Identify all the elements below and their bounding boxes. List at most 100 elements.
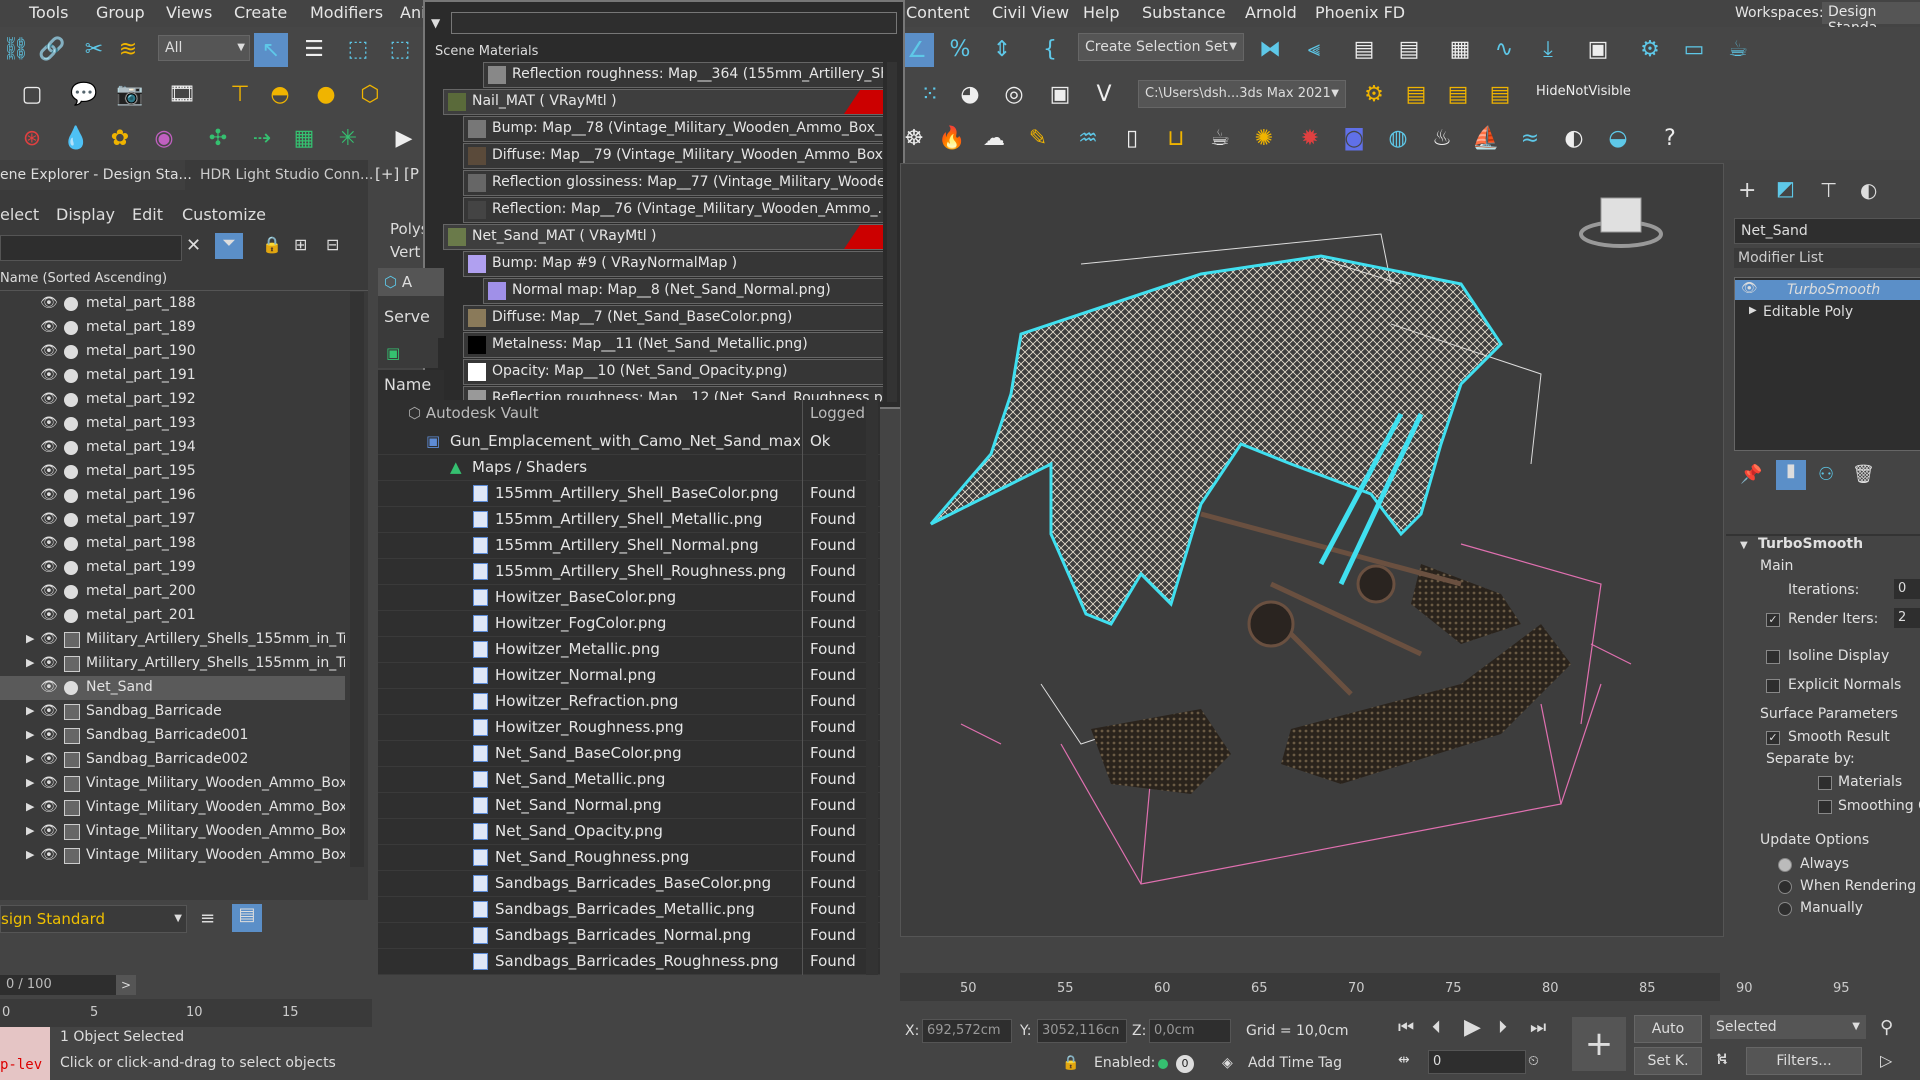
add-time-tag-button[interactable]: Add Time Tag <box>1248 1055 1342 1071</box>
list-item[interactable]: ▶ 👁 Military_Artillery_Shells_155mm_in_Tra… <box>0 628 345 652</box>
scrollbar[interactable] <box>887 62 897 402</box>
table-row[interactable]: Sandbags_Barricades_BaseColor.png Found <box>378 870 880 897</box>
eye-icon[interactable]: 👁 <box>40 703 58 719</box>
render-iters-input[interactable]: 2 <box>1894 608 1920 628</box>
show-end-result-icon[interactable]: ▮ <box>1776 460 1806 490</box>
search-icon[interactable]: ⚲ <box>1880 1017 1893 1038</box>
eye-icon[interactable]: 👁 <box>40 367 58 383</box>
list-item[interactable]: ▶ 👁 Vintage_Military_Wooden_Ammo_Box004 <box>0 844 345 867</box>
menu-help[interactable]: Help <box>1083 3 1119 22</box>
create-icon[interactable]: + <box>1738 178 1756 203</box>
search-input[interactable] <box>0 235 182 261</box>
ribbon-icon[interactable]: ▦ <box>1446 35 1474 63</box>
dots-icon[interactable]: ⁙ <box>916 80 944 108</box>
view-cube-icon[interactable] <box>1579 197 1663 248</box>
globe-icon[interactable]: ◐ <box>1560 124 1588 152</box>
table-row[interactable]: Howitzer_Refraction.png Found <box>378 688 880 715</box>
eye-icon[interactable]: 👁 <box>40 439 58 455</box>
hierarchy-icon[interactable]: ⊤ <box>1820 178 1837 202</box>
splash-icon[interactable]: ✹ <box>1296 124 1324 152</box>
grid-icon[interactable]: ▦ <box>290 124 318 152</box>
make-unique-icon[interactable]: ⚇ <box>1818 464 1834 485</box>
smooth-result-checkbox[interactable]: ✓ <box>1766 731 1780 745</box>
object-name-field[interactable]: Net_Sand <box>1734 218 1920 244</box>
menu-modifiers[interactable]: Modifiers <box>310 3 383 22</box>
list-item[interactable]: 👁 metal_part_201 <box>0 604 345 628</box>
list-item[interactable]: ▶ 👁 Vintage_Military_Wooden_Ammo_Box003 <box>0 820 345 844</box>
particle-flow-icon[interactable]: ◉ <box>150 124 178 152</box>
expand-icon[interactable]: ▶ <box>26 752 34 765</box>
material-tree-item[interactable]: Bump: Map__78 (Vintage_Military_Wooden_A… <box>463 116 883 142</box>
material-tree-item[interactable]: Net_Sand_MAT ( VRayMtl ) <box>443 224 883 250</box>
gear-icon[interactable]: ⚙ <box>1360 80 1388 108</box>
select-by-name-icon[interactable]: ☰ <box>300 35 328 63</box>
list-item[interactable]: ▶ 👁 Military_Artillery_Shells_155mm_in_Tra… <box>0 652 345 676</box>
expand-icon[interactable]: ▶ <box>1749 305 1757 316</box>
list-item[interactable]: 👁 metal_part_192 <box>0 388 345 412</box>
network-icon[interactable]: ✣ <box>204 124 232 152</box>
workspaces-dropdown[interactable]: Design Standa <box>1822 2 1920 36</box>
vray-icon[interactable]: V <box>1090 80 1118 108</box>
eye-icon[interactable]: 👁 <box>40 751 58 767</box>
list-item[interactable]: 👁 metal_part_191 <box>0 364 345 388</box>
menu-customize[interactable]: Customize <box>182 205 266 224</box>
list-item[interactable]: 👁 metal_part_197 <box>0 508 345 532</box>
list-item[interactable]: 👁 metal_part_194 <box>0 436 345 460</box>
table-row[interactable]: 155mm_Artillery_Shell_Roughness.png Found <box>378 558 880 585</box>
table-row[interactable]: Howitzer_Metallic.png Found <box>378 636 880 663</box>
arrow-icon[interactable]: ⇢ <box>248 124 276 152</box>
sphere-group-icon[interactable]: ◎ <box>1000 80 1028 108</box>
table-row[interactable]: 155mm_Artillery_Shell_Normal.png Found <box>378 532 880 559</box>
eye-icon[interactable]: 👁 <box>40 511 58 527</box>
server-menu[interactable]: Serve <box>378 296 444 338</box>
go-to-start-icon[interactable]: ⏮ <box>1398 1017 1414 1038</box>
previous-frame-icon[interactable]: ⏴ <box>1432 1017 1441 1038</box>
material-editor-icon[interactable]: ▣ <box>1584 35 1612 63</box>
menu-create[interactable]: Create <box>234 3 287 22</box>
chevron-down-icon[interactable]: ▼ <box>431 16 440 30</box>
render-setup-icon[interactable]: ⚙ <box>1636 35 1664 63</box>
select-object-icon[interactable]: ↖ <box>254 33 288 67</box>
pan-icon[interactable]: ▷ <box>1880 1051 1892 1070</box>
list-item[interactable]: 👁 Net_Sand <box>0 676 345 700</box>
table-row[interactable]: Howitzer_BaseColor.png Found <box>378 584 880 611</box>
menu-phoenix-fd[interactable]: Phoenix FD <box>1315 3 1405 22</box>
hierarchy-collapse-icon[interactable]: ⊟ <box>326 235 339 254</box>
eye-icon[interactable]: 👁 <box>40 799 58 815</box>
table-row[interactable]: Sandbags_Barricades_Normal.png Found <box>378 922 880 949</box>
menu-animation[interactable]: Ani <box>400 3 426 22</box>
turbosmooth-rollout[interactable]: TurboSmooth <box>1758 536 1863 552</box>
filters-button[interactable]: Filters... <box>1746 1047 1862 1075</box>
scene-materials-header[interactable]: Scene Materials <box>435 44 538 59</box>
pin-icon[interactable]: 📌 <box>1740 464 1762 485</box>
menu-content[interactable]: Content <box>906 3 970 22</box>
material-tree-item[interactable]: Opacity: Map__10 (Net_Sand_Opacity.png) <box>463 359 883 385</box>
layers-move-icon[interactable]: ▤ <box>1486 80 1514 108</box>
material-tree-item[interactable]: Nail_MAT ( VRayMtl ) <box>443 89 883 115</box>
cup-icon[interactable]: ☕ <box>1206 124 1234 152</box>
filter-icon[interactable]: ⏷ <box>215 233 243 259</box>
stack-item-editable-poly[interactable]: ▶ Editable Poly <box>1735 302 1920 322</box>
eye-icon[interactable]: 👁 <box>40 415 58 431</box>
wave-icon[interactable]: ≈ <box>1516 124 1544 152</box>
close-icon[interactable]: ✕ <box>186 235 201 256</box>
eye-icon[interactable]: 👁 <box>40 727 58 743</box>
selection-filter-dropdown[interactable]: All ▼ <box>158 35 250 61</box>
perspective-viewport[interactable] <box>900 163 1724 937</box>
scene-explorer-icon[interactable]: ▤ <box>1395 35 1423 63</box>
list-item[interactable]: 👁 metal_part_200 <box>0 580 345 604</box>
modify-icon[interactable]: ◩ <box>1776 176 1806 206</box>
render-iters-checkbox[interactable]: ✓ <box>1766 613 1780 627</box>
eye-icon[interactable]: 👁 <box>40 655 58 671</box>
menu-edit[interactable]: Edit <box>132 205 163 224</box>
menu-display[interactable]: Display <box>56 205 115 224</box>
bind-space-warp-icon[interactable]: ≋ <box>114 35 142 63</box>
collapse-icon[interactable]: ▼ <box>1740 540 1748 551</box>
list-item[interactable]: ▶ 👁 Sandbag_Barricade002 <box>0 748 345 772</box>
schematic-view-icon[interactable]: ⤓ <box>1534 35 1562 63</box>
bucket-icon[interactable]: ⊔ <box>1162 124 1190 152</box>
proxy-icon[interactable]: ▣ <box>1046 80 1074 108</box>
material-tree-item[interactable]: Normal map: Map__8 (Net_Sand_Normal.png) <box>483 278 883 304</box>
burst-icon[interactable]: ✳ <box>334 124 362 152</box>
key-tangent-icon[interactable]: ⛕ <box>1716 1049 1728 1070</box>
